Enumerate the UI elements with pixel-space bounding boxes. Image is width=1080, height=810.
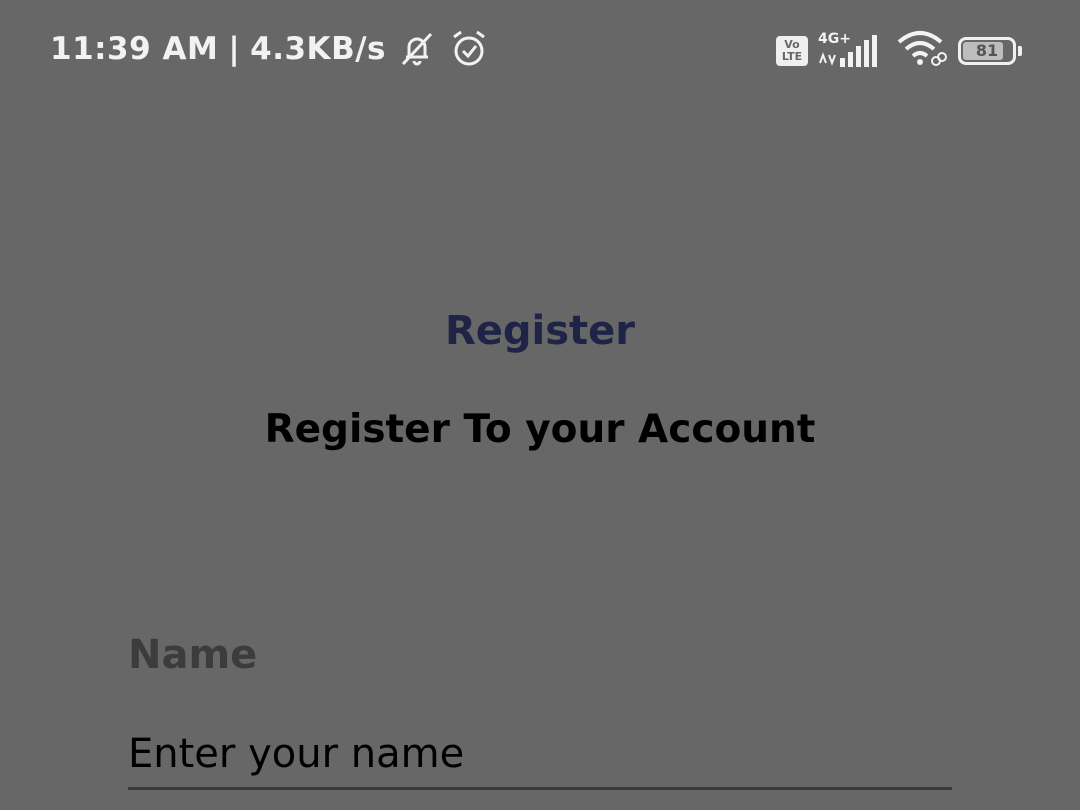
alarm-icon [448,28,490,70]
name-label: Name [128,632,258,678]
page-subtitle: Register To your Account [264,407,816,452]
status-left: 11:39 AM | 4.3KB/s [50,28,490,70]
battery-level: 81 [975,41,999,60]
signal-icon: 4G+ [818,31,886,69]
status-separator: | [228,31,241,67]
status-time: 11:39 AM [50,31,219,67]
bell-off-icon [396,28,438,70]
volte-bottom-label: LTE [781,50,803,63]
status-right: Vo LTE 4G+ 81 [776,30,1022,72]
battery-icon: 81 [958,37,1022,65]
page-title: Register [444,308,636,354]
name-field[interactable] [128,720,952,790]
network-speed: 4.3KB/s [250,31,386,67]
volte-icon: Vo LTE [776,36,808,66]
status-bar: 11:39 AM | 4.3KB/s Vo LTE 4G+ 81 [0,0,1080,100]
wifi-icon [896,30,948,72]
